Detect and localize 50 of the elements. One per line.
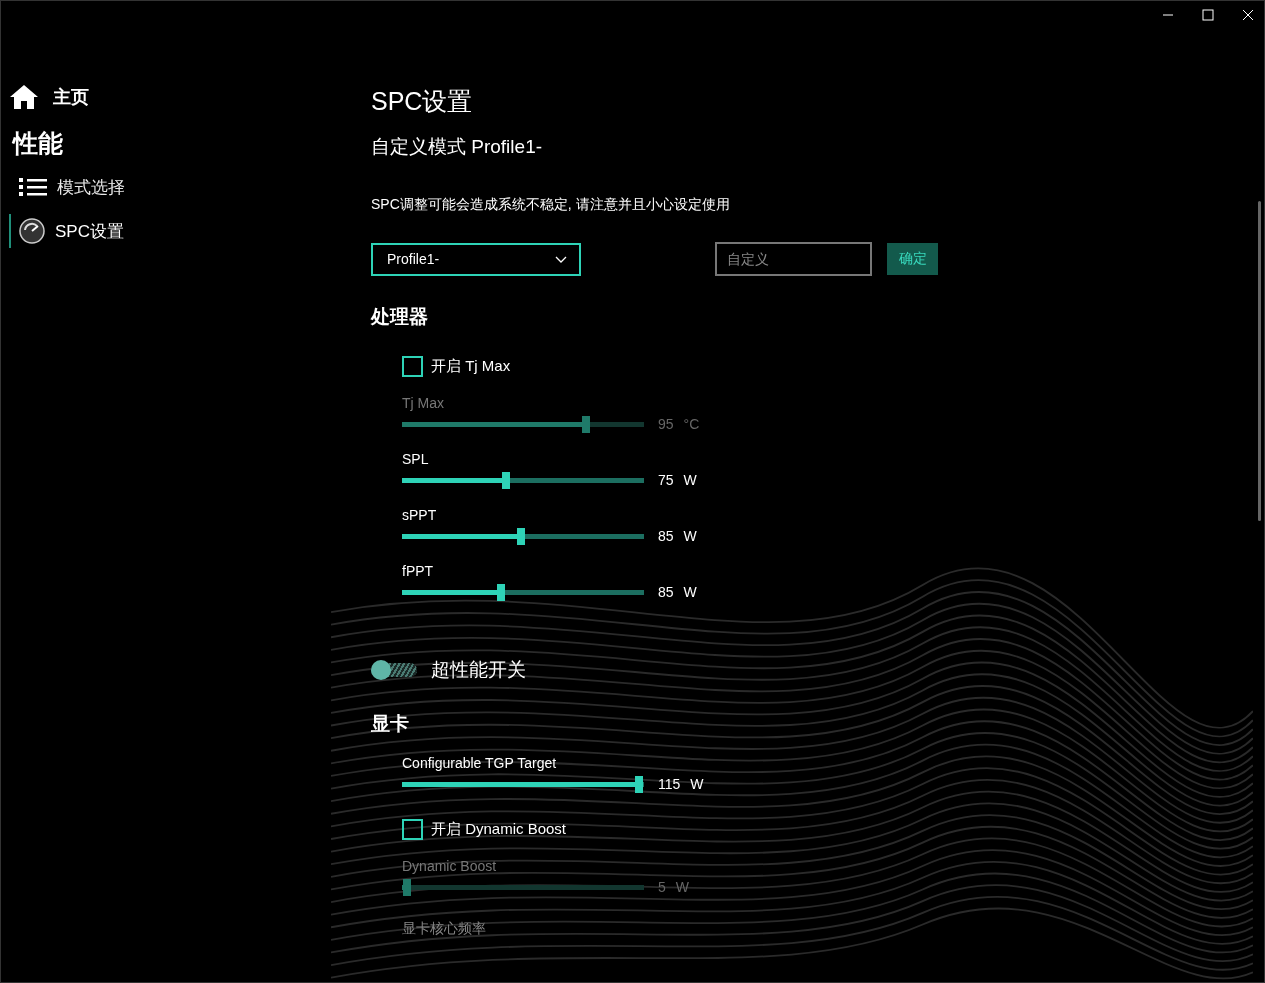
section-title: 处理器 — [371, 305, 429, 329]
slider-label: Tj Max — [402, 395, 445, 411]
checkbox[interactable] — [402, 356, 423, 377]
slider-value: 85 — [658, 584, 674, 600]
profile-dropdown[interactable]: Profile1- — [371, 242, 581, 276]
slider-label: fPPT — [402, 563, 435, 579]
slider-value: 5 — [658, 879, 666, 895]
close-icon[interactable] — [1242, 9, 1254, 21]
sidebar-item[interactable]: SPC设置 — [9, 214, 341, 248]
checkbox-label: 开启 Tj Max — [431, 357, 511, 376]
page-title: SPC设置 — [371, 86, 474, 117]
list-icon — [19, 177, 47, 197]
home-link[interactable]: 主页 — [53, 85, 89, 109]
page-subtitle: 自定义模式 Profile1- — [371, 135, 544, 159]
slider-thumb[interactable] — [516, 527, 525, 545]
slider-unit: W — [675, 879, 689, 895]
confirm-button[interactable]: 确定 — [887, 243, 938, 275]
home-icon[interactable] — [9, 84, 39, 110]
slider-unit: W — [683, 528, 697, 544]
slider-unit: W — [683, 472, 697, 488]
slider-thumb[interactable] — [502, 471, 511, 489]
slider-unit: W — [690, 776, 704, 792]
slider-unit: °C — [683, 416, 700, 432]
checkbox-label: 开启 Dynamic Boost — [431, 820, 567, 839]
scrollbar[interactable] — [1258, 201, 1261, 521]
warning-text: SPC调整可能会造成系统不稳定, 请注意并且小心设定使用 — [371, 196, 731, 214]
slider-label: SPL — [402, 451, 430, 467]
checkbox[interactable] — [402, 819, 423, 840]
slider-thumb[interactable] — [497, 583, 506, 601]
slider-label: sPPT — [402, 507, 438, 523]
toggle-label: 超性能开关 — [431, 658, 526, 682]
sidebar-item-label: 模式选择 — [57, 176, 125, 199]
section-title: 显卡 — [371, 712, 410, 736]
toggle-switch[interactable] — [371, 663, 417, 677]
maximize-icon[interactable] — [1202, 9, 1214, 21]
gauge-icon — [19, 218, 45, 244]
slider-value: 75 — [658, 472, 674, 488]
sidebar-item-label: SPC设置 — [55, 220, 124, 243]
profile-name-field[interactable]: 自定义 — [715, 242, 872, 276]
slider-thumb[interactable] — [635, 775, 644, 793]
chevron-down-icon — [555, 255, 567, 263]
setting-label: 显卡核心频率 — [402, 920, 487, 938]
slider-label: Dynamic Boost — [402, 858, 498, 874]
slider-label: Configurable TGP Target — [402, 755, 558, 771]
slider-value: 115 — [658, 776, 681, 792]
slider-value: 85 — [658, 528, 674, 544]
slider-value: 95 — [658, 416, 674, 432]
slider-unit: W — [683, 584, 697, 600]
sidebar-item[interactable]: 模式选择 — [9, 170, 341, 204]
sidebar-section-title: 性能 — [13, 128, 64, 159]
